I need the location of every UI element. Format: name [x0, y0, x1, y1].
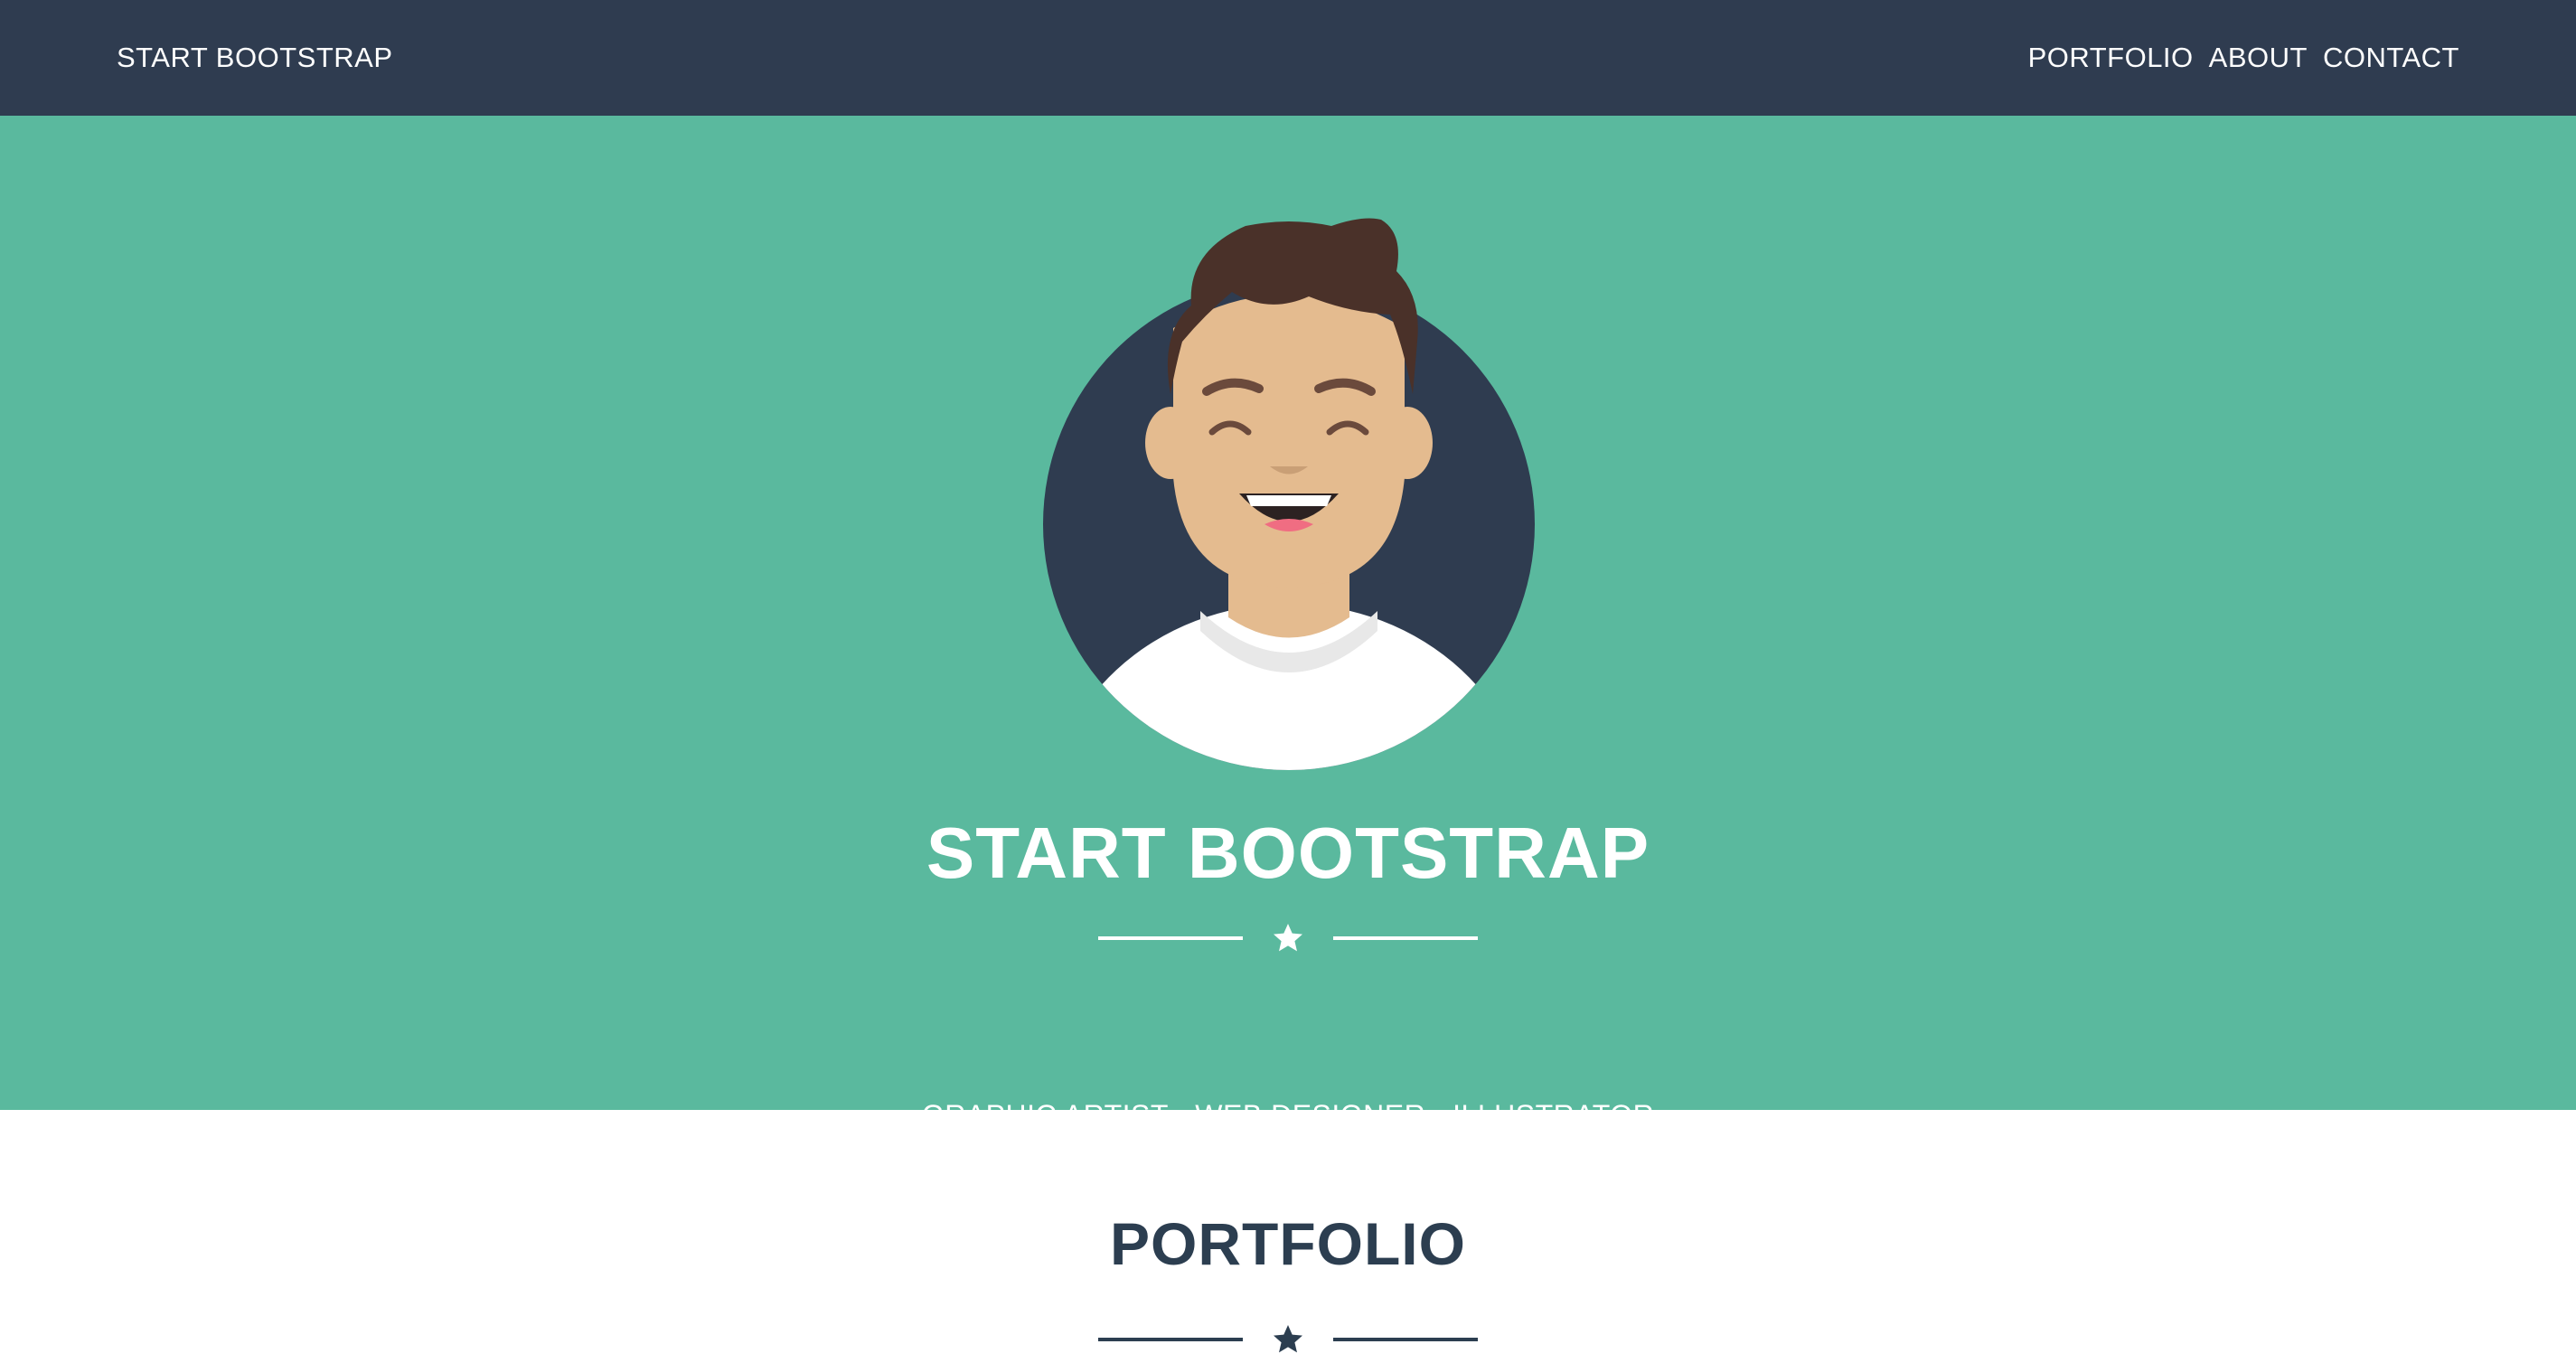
portfolio-heading: PORTFOLIO [1110, 1210, 1466, 1277]
nav-link-contact[interactable]: CONTACT [2323, 42, 2459, 74]
masthead: START BOOTSTRAP GRAPHIC ARTIST - WEB DES… [0, 116, 2576, 1132]
divider-line-right [1333, 1338, 1478, 1341]
masthead-heading: START BOOTSTRAP [926, 813, 1650, 893]
navbar-brand[interactable]: START BOOTSTRAP [117, 42, 393, 74]
avatar-illustration [1043, 218, 1535, 770]
navbar: START BOOTSTRAP PORTFOLIO ABOUT CONTACT [0, 0, 2576, 116]
portfolio-divider [1098, 1321, 1478, 1358]
star-icon [1274, 924, 1302, 952]
star-icon [1274, 1325, 1302, 1353]
divider-line-left [1098, 1338, 1243, 1341]
divider-line-right [1333, 936, 1478, 940]
nav-link-portfolio[interactable]: PORTFOLIO [2028, 42, 2194, 74]
nav-links: PORTFOLIO ABOUT CONTACT [2028, 42, 2459, 74]
nav-link-about[interactable]: ABOUT [2209, 42, 2308, 74]
divider-line-left [1098, 936, 1243, 940]
masthead-divider [1098, 920, 1478, 956]
